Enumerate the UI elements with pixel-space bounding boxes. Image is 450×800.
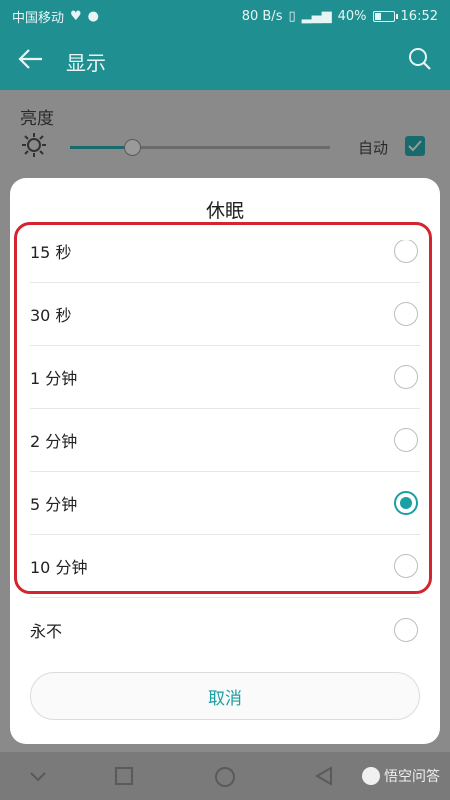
radio-button[interactable] [394,554,418,578]
option-label: 1 分钟 [30,369,78,388]
option-label: 10 分钟 [30,558,88,577]
brightness-slider[interactable] [70,139,330,156]
brightness-slider-thumb[interactable] [124,139,142,156]
option-label: 5 分钟 [30,495,78,514]
option-30s[interactable]: 30 秒 [30,283,420,346]
app-bar: 显示 [0,32,450,90]
network-speed: 80 B/s [241,8,283,24]
vibrate-icon: ▯ [288,8,296,24]
option-5min[interactable]: 5 分钟 [30,472,420,535]
clock: 16:52 [400,8,438,24]
option-label: 永不 [30,621,63,641]
option-2min[interactable]: 2 分钟 [30,409,420,472]
option-label: 2 分钟 [30,432,78,451]
arrow-left-icon[interactable] [18,48,44,74]
option-label: 15 秒 [30,243,72,262]
cancel-button[interactable]: 取消 [30,672,420,720]
battery-percent: 40% [337,8,367,24]
page-title: 显示 [66,50,106,75]
radio-button[interactable] [394,365,418,389]
radio-button-selected[interactable] [394,491,418,515]
auto-brightness-label: 自动 [358,139,389,157]
signal-icon: ▂▄▆ [301,8,332,24]
back-triangle-icon[interactable] [314,766,334,790]
wukong-logo-icon [362,767,380,785]
health-icon: ♥ [70,8,82,24]
sleep-dialog: 休眠 15 秒 30 秒 1 分钟 2 分钟 5 分钟 10 分钟 永不 取消 [10,178,440,744]
watermark-text: 悟空问答 [384,769,440,785]
dialog-title: 休眠 [205,200,244,222]
option-10min[interactable]: 10 分钟 [30,535,420,598]
battery-icon [372,10,398,22]
auto-brightness-checkbox[interactable] [405,136,425,156]
search-icon[interactable] [408,47,432,75]
recent-apps-icon[interactable] [114,766,134,790]
wechat-icon: ● [87,8,100,24]
radio-button[interactable] [394,240,418,263]
brightness-label: 亮度 [20,109,54,129]
watermark: 悟空问答 [362,766,440,786]
home-icon[interactable] [214,766,236,792]
chevron-down-icon[interactable] [28,766,48,790]
sleep-options-list: 15 秒 30 秒 1 分钟 2 分钟 5 分钟 10 分钟 永不 [10,240,440,660]
carrier-label: 中国移动 [12,10,65,26]
radio-button[interactable] [394,617,418,642]
option-never[interactable]: 永不 [30,598,420,660]
option-15s[interactable]: 15 秒 [30,240,420,283]
option-1min[interactable]: 1 分钟 [30,346,420,409]
status-bar: 中国移动 ♥ ● 80 B/s ▯ ▂▄▆ 40% 16:52 [0,0,450,32]
radio-button[interactable] [394,302,418,326]
sun-icon [20,131,48,163]
radio-button[interactable] [394,428,418,452]
brightness-row: 自动 [20,132,430,162]
option-label: 30 秒 [30,306,72,325]
